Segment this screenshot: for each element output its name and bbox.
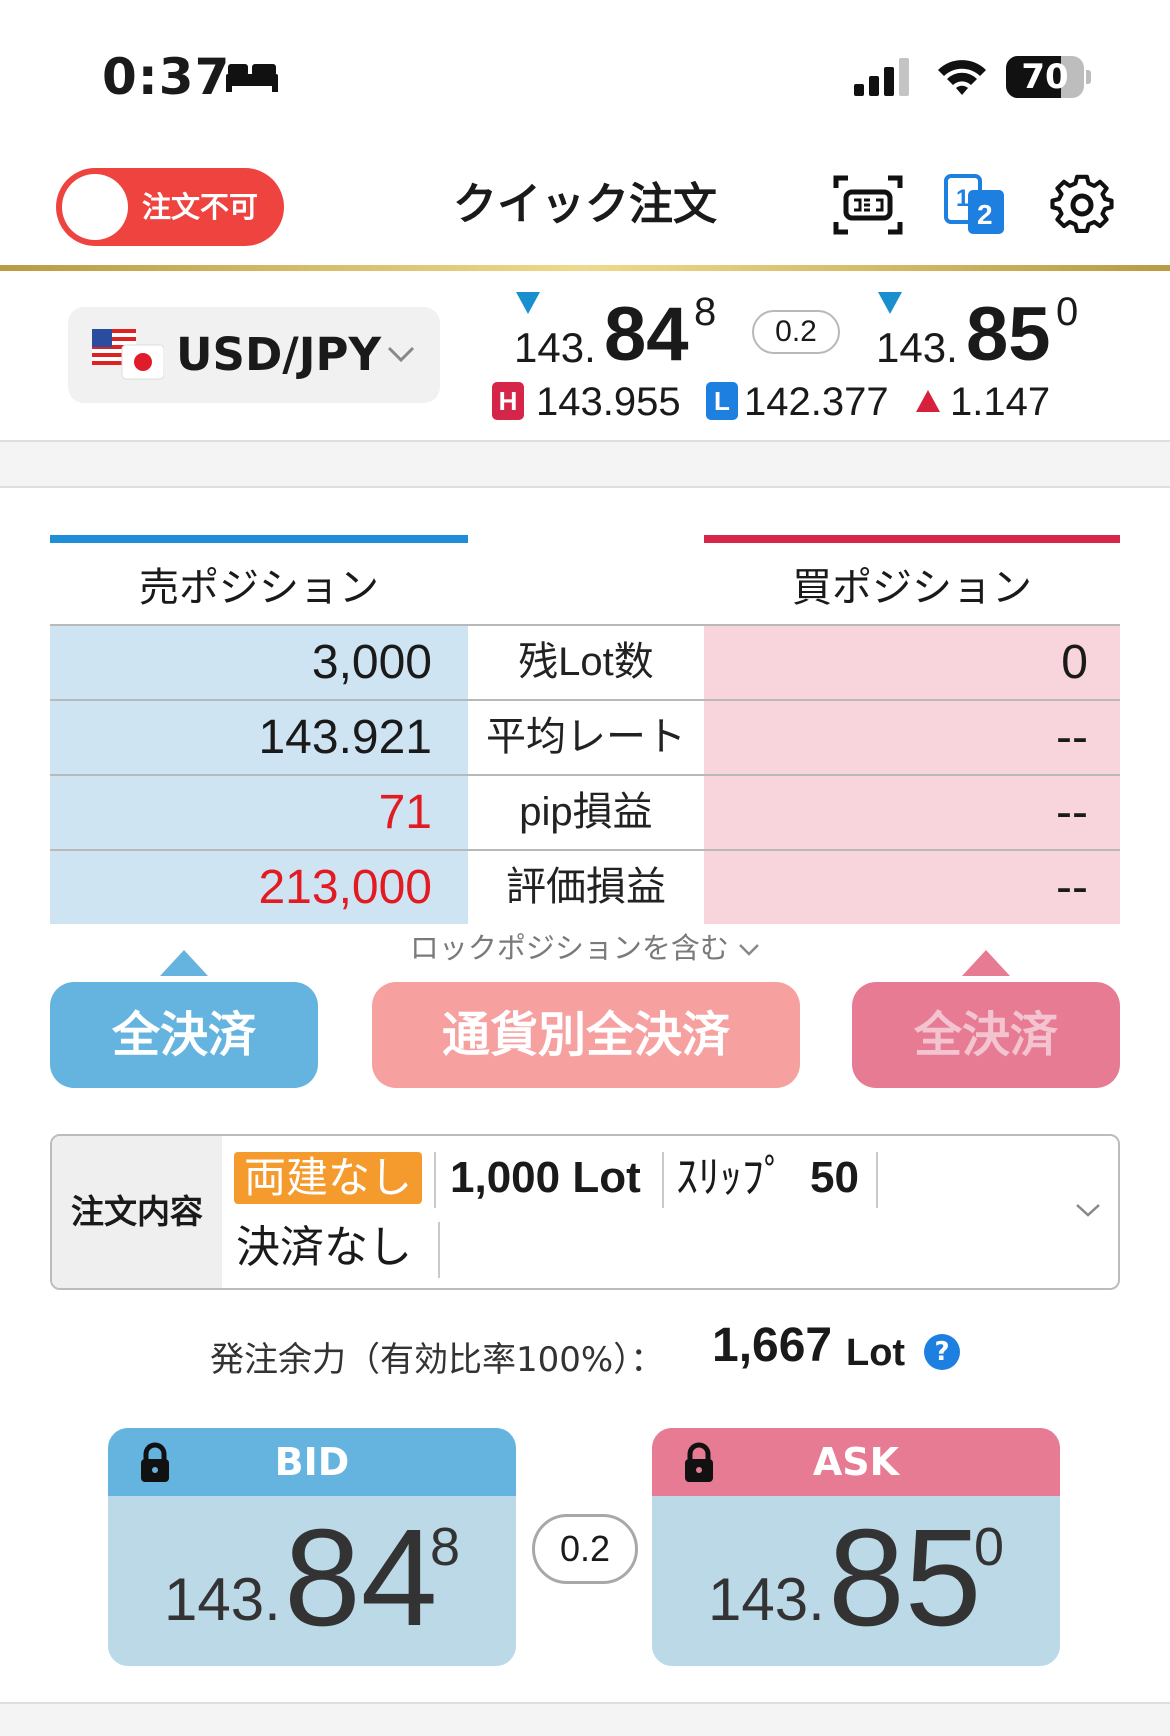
bid-sell-button[interactable]: BID 143. 84 8 — [108, 1428, 516, 1666]
spread-pill: 0.2 — [752, 310, 840, 354]
bid-base: 143. — [514, 324, 596, 371]
order-capacity: 発注余力（有効比率100%）： 1,667 Lot ? — [200, 1318, 980, 1384]
row-label: 評価損益 — [468, 851, 704, 924]
order-enable-toggle[interactable]: 注文不可 — [56, 168, 284, 246]
currency-pair-selector[interactable]: USD/JPY — [68, 307, 440, 403]
high-low-row: H 143.955 L 142.377 1.147 — [492, 380, 1092, 424]
table-row: 3,000 残Lot数 0 — [50, 624, 1120, 699]
order-settings-panel[interactable]: 注文内容 両建なし 1,000 Lot ｽﾘｯﾌﾟ 50 決済なし — [50, 1134, 1120, 1290]
bid-quote: 143. 84 8 — [514, 288, 724, 378]
buy-position-header: 買ポジション — [792, 565, 1032, 611]
hedge-tag: 両建なし — [234, 1152, 423, 1204]
low-badge: L — [706, 382, 738, 420]
us-jp-flag-icon — [92, 329, 164, 380]
battery-icon: 70 — [1006, 56, 1091, 98]
row-label: pip損益 — [468, 776, 704, 849]
bid-big-figure: 84 — [284, 1501, 438, 1655]
chevron-down-icon — [387, 346, 415, 363]
sleep-mode-icon — [226, 64, 278, 92]
bid-base: 143. — [164, 1566, 281, 1633]
lock-icon — [141, 1442, 169, 1482]
toggle-label: 注文不可 — [142, 190, 259, 224]
ask-big-figure: 85 — [966, 292, 1051, 377]
help-icon[interactable]: ? — [924, 1334, 960, 1370]
order-capacity-label: 発注余力（有効比率100%）： — [210, 1340, 665, 1380]
divider — [438, 1222, 440, 1278]
page-title: クイック注文 — [453, 179, 717, 230]
battery-percent: 70 — [1021, 57, 1069, 97]
divider — [662, 1152, 664, 1208]
header-divider — [0, 265, 1170, 271]
svg-text:1: 1 — [956, 185, 969, 212]
ask-pip-digit: 0 — [974, 1517, 1005, 1577]
toggle-knob — [62, 174, 128, 240]
slippage-label: ｽﾘｯﾌﾟ — [676, 1152, 786, 1203]
up-triangle-icon — [916, 390, 940, 412]
sell-accent-bar — [50, 535, 468, 543]
high-badge: H — [492, 382, 524, 420]
buy-close-all-button[interactable]: 全決済 — [852, 982, 1120, 1088]
status-bar: 0:37 70 — [0, 0, 1170, 150]
ask-quote: 143. 85 0 — [876, 288, 1086, 378]
section-divider — [0, 440, 1170, 488]
buy-unrealized-pnl: -- — [704, 851, 1120, 924]
lock-icon — [685, 1442, 713, 1482]
app-header: 注文不可 クイック注文 1 2 — [0, 150, 1170, 268]
screen-frame-icon[interactable] — [832, 172, 904, 238]
table-row: 71 pip損益 -- — [50, 774, 1120, 849]
row-label: 平均レート — [468, 701, 704, 774]
ask-pip-digit: 0 — [1056, 290, 1079, 334]
currency-close-all-button[interactable]: 通貨別全決済 — [372, 982, 800, 1088]
status-time: 0:37 — [102, 48, 231, 106]
order-settings-label: 注文内容 — [52, 1136, 222, 1288]
order-capacity-value: 1,667 — [712, 1319, 833, 1372]
trade-spread: 0.2 — [532, 1514, 638, 1584]
position-table: 3,000 残Lot数 0 143.921 平均レート -- 71 pip損益 … — [50, 624, 1120, 924]
table-row: 143.921 平均レート -- — [50, 699, 1120, 774]
chevron-down-icon — [1076, 1204, 1100, 1217]
high-value: 143.955 — [536, 380, 681, 424]
lock-note-label: ロックポジションを含む — [409, 931, 729, 965]
divider — [434, 1152, 436, 1208]
change-value: 1.147 — [950, 380, 1051, 424]
buy-lot-count: 0 — [704, 626, 1120, 699]
buy-pip-pnl: -- — [704, 776, 1120, 849]
row-label: 残Lot数 — [468, 626, 704, 699]
order-lot: 1,000 Lot — [450, 1153, 641, 1202]
order-capacity-unit: Lot — [846, 1332, 906, 1374]
sell-close-all-button[interactable]: 全決済 — [50, 982, 318, 1088]
bid-pip-digit: 8 — [430, 1517, 461, 1577]
ask-big-figure: 85 — [828, 1501, 982, 1655]
bid-pip-digit: 8 — [694, 290, 717, 334]
gear-icon[interactable] — [1046, 172, 1118, 238]
cellular-signal-icon — [854, 58, 909, 96]
sell-lot-count: 3,000 — [50, 626, 468, 699]
bid-big-figure: 84 — [604, 292, 689, 377]
down-arrow-icon — [878, 292, 902, 314]
sell-pointer-icon — [160, 950, 208, 976]
buy-average-rate: -- — [704, 701, 1120, 774]
sell-unrealized-pnl: 213,000 — [50, 851, 468, 924]
table-row: 213,000 評価損益 -- — [50, 849, 1120, 924]
sell-pip-pnl: 71 — [50, 776, 468, 849]
currency-pair-name: USD/JPY — [176, 328, 382, 381]
ask-base: 143. — [876, 324, 958, 371]
bottom-divider — [0, 1702, 1170, 1736]
buy-pointer-icon — [962, 950, 1010, 976]
ask-buy-button[interactable]: ASK 143. 85 0 — [652, 1428, 1060, 1666]
chevron-down-icon — [739, 944, 759, 956]
buy-accent-bar — [704, 535, 1120, 543]
divider — [876, 1152, 878, 1208]
one-two-layout-icon[interactable]: 1 2 — [940, 172, 1012, 238]
down-arrow-icon — [516, 292, 540, 314]
sell-position-header: 売ポジション — [139, 565, 379, 611]
settlement-setting: 決済なし — [236, 1222, 412, 1273]
sell-average-rate: 143.921 — [50, 701, 468, 774]
ask-base: 143. — [708, 1566, 825, 1633]
svg-text:2: 2 — [977, 199, 993, 230]
low-value: 142.377 — [744, 380, 889, 424]
wifi-icon — [938, 60, 986, 95]
slippage-value: 50 — [810, 1153, 859, 1202]
lock-position-toggle[interactable]: ロックポジションを含む — [400, 928, 770, 968]
